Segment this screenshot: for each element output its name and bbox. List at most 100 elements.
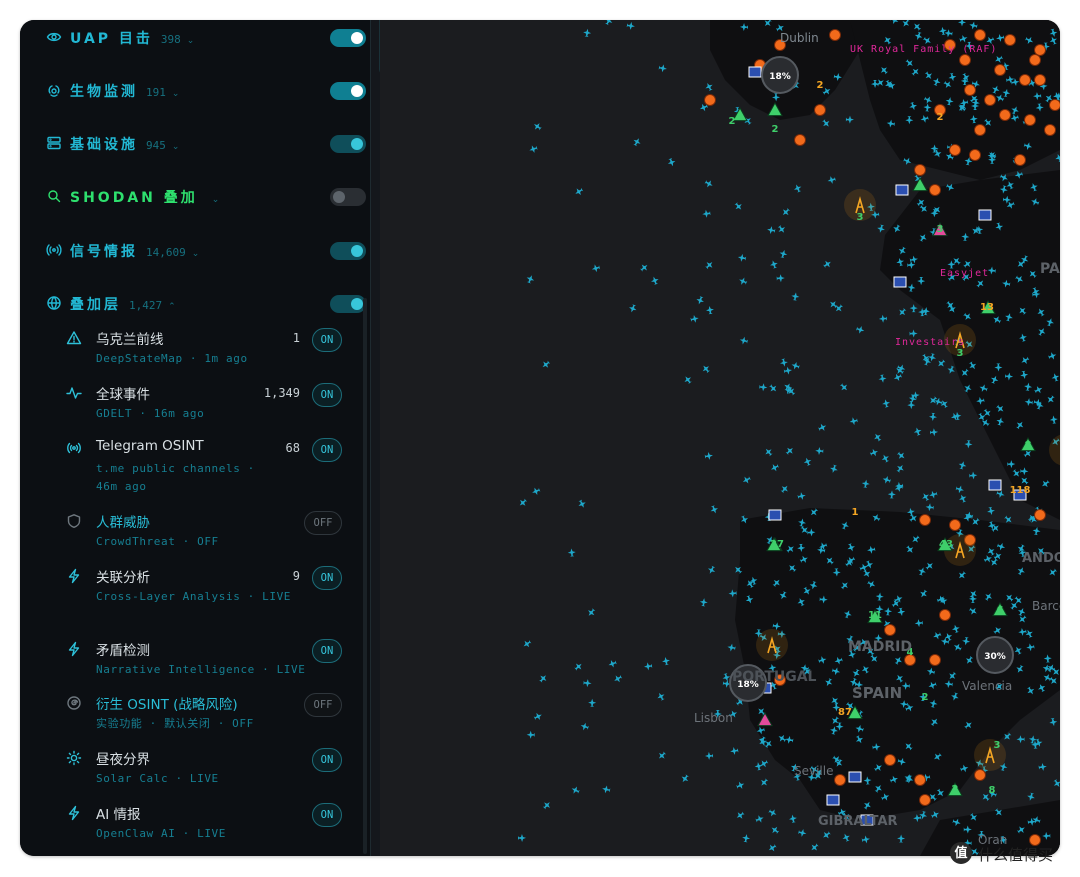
aircraft-icon[interactable] <box>878 314 888 323</box>
aircraft-icon[interactable] <box>928 412 938 422</box>
aircraft-icon[interactable] <box>706 565 717 576</box>
aircraft-icon[interactable] <box>802 456 812 466</box>
aircraft-icon[interactable] <box>920 491 931 502</box>
category-overlays[interactable]: 叠加层 1,427 ⌃ <box>46 290 366 316</box>
aircraft-icon[interactable] <box>705 751 714 760</box>
overlay-layer-item[interactable]: 衍生 OSINT (战略风险) 实验功能 · 默认关闭 · OFF OFF <box>66 693 342 741</box>
aircraft-icon[interactable] <box>739 336 749 346</box>
aircraft-icon[interactable] <box>767 807 778 818</box>
aircraft-icon[interactable] <box>704 81 715 92</box>
overlay-layer-item[interactable]: AI 情报 OpenClaw AI · LIVE ON <box>66 803 342 851</box>
aircraft-icon[interactable] <box>996 489 1006 499</box>
aircraft-icon[interactable] <box>766 225 776 235</box>
aircraft-icon[interactable] <box>583 679 592 688</box>
aircraft-icon[interactable] <box>897 834 906 843</box>
chevron-icon[interactable]: ⌄ <box>212 195 220 205</box>
aircraft-icon[interactable] <box>601 784 611 794</box>
aircraft-icon[interactable] <box>1026 792 1036 802</box>
aircraft-icon[interactable] <box>928 490 938 500</box>
aircraft-icon[interactable] <box>791 292 800 301</box>
aircraft-icon[interactable] <box>695 295 705 305</box>
aircraft-icon[interactable] <box>769 462 780 473</box>
overlay-layer-item[interactable]: 乌克兰前线 DeepStateMap · 1m ago 1 ON <box>66 328 342 376</box>
aircraft-icon[interactable] <box>533 711 544 722</box>
aircraft-icon[interactable] <box>540 359 551 370</box>
aircraft-icon[interactable] <box>897 307 908 318</box>
aircraft-icon[interactable] <box>784 445 795 456</box>
aircraft-icon[interactable] <box>815 446 824 456</box>
aircraft-icon[interactable] <box>704 178 715 189</box>
aircraft-icon[interactable] <box>521 638 532 649</box>
layer-state-toggle[interactable]: ON <box>312 803 342 827</box>
aircraft-icon[interactable] <box>567 548 576 557</box>
aircraft-icon[interactable] <box>586 607 597 618</box>
aircraft-icon[interactable] <box>754 761 763 771</box>
aircraft-icon[interactable] <box>528 144 538 154</box>
aircraft-icon[interactable] <box>699 598 708 607</box>
map-canvas[interactable]: 18%30%18%222233133842743111287282631184D… <box>380 20 1060 856</box>
aircraft-icon[interactable] <box>861 479 870 488</box>
aircraft-icon[interactable] <box>872 431 883 442</box>
aircraft-icon[interactable] <box>894 365 905 376</box>
aircraft-icon[interactable] <box>822 258 833 269</box>
map-view[interactable]: 18%30%18%222233133842743111287282631184D… <box>380 20 1060 856</box>
aircraft-icon[interactable] <box>579 721 589 731</box>
category-toggle[interactable] <box>330 82 366 100</box>
aircraft-icon[interactable] <box>849 416 858 426</box>
aircraft-icon[interactable] <box>525 274 535 284</box>
aircraft-icon[interactable] <box>758 758 769 769</box>
aircraft-icon[interactable] <box>817 422 828 433</box>
panel-scrollbar[interactable] <box>363 298 367 854</box>
aircraft-icon[interactable] <box>767 843 778 854</box>
aircraft-icon[interactable] <box>741 475 752 486</box>
aircraft-icon[interactable] <box>798 828 807 837</box>
aircraft-icon[interactable] <box>573 661 584 672</box>
aircraft-icon[interactable] <box>930 809 941 820</box>
aircraft-icon[interactable] <box>727 643 736 652</box>
aircraft-icon[interactable] <box>779 358 788 367</box>
overlay-layer-item[interactable]: 全球事件 GDELT · 16m ago 1,349 ON <box>66 383 342 431</box>
aircraft-icon[interactable] <box>628 303 638 313</box>
aircraft-icon[interactable] <box>797 491 807 501</box>
aircraft-icon[interactable] <box>656 750 667 761</box>
aircraft-icon[interactable] <box>876 224 886 234</box>
aircraft-icon[interactable] <box>925 503 934 512</box>
aircraft-icon[interactable] <box>913 814 922 823</box>
aircraft-icon[interactable] <box>1038 762 1047 771</box>
aircraft-icon[interactable] <box>656 691 667 702</box>
aircraft-icon[interactable] <box>705 305 714 315</box>
layer-state-toggle[interactable]: ON <box>312 639 342 663</box>
aircraft-icon[interactable] <box>1028 735 1037 744</box>
aircraft-icon[interactable] <box>661 656 670 666</box>
aircraft-icon[interactable] <box>755 814 765 824</box>
aircraft-icon[interactable] <box>769 259 779 269</box>
aircraft-icon[interactable] <box>517 497 528 508</box>
aircraft-icon[interactable] <box>573 186 584 197</box>
aircraft-icon[interactable] <box>737 276 748 287</box>
aircraft-icon[interactable] <box>682 374 693 385</box>
aircraft-icon[interactable] <box>607 659 617 669</box>
aircraft-icon[interactable] <box>1016 735 1025 744</box>
aircraft-icon[interactable] <box>709 504 719 514</box>
aircraft-icon[interactable] <box>758 777 769 788</box>
aircraft-icon[interactable] <box>896 450 907 461</box>
aircraft-icon[interactable] <box>704 259 715 270</box>
aircraft-icon[interactable] <box>881 398 890 408</box>
aircraft-icon[interactable] <box>650 275 660 285</box>
aircraft-icon[interactable] <box>526 730 535 739</box>
aircraft-icon[interactable] <box>1049 717 1058 727</box>
panel-divider[interactable]: 拖 <box>370 20 407 856</box>
aircraft-icon[interactable] <box>570 785 581 796</box>
aircraft-icon[interactable] <box>955 484 965 494</box>
aircraft-icon[interactable] <box>583 28 592 37</box>
aircraft-icon[interactable] <box>909 304 918 313</box>
aircraft-icon[interactable] <box>639 262 650 273</box>
aircraft-icon[interactable] <box>861 835 870 844</box>
category-toggle[interactable] <box>330 295 366 313</box>
category-toggle[interactable] <box>330 188 366 206</box>
aircraft-icon[interactable] <box>939 398 950 409</box>
aircraft-icon[interactable] <box>780 207 791 218</box>
aircraft-icon[interactable] <box>690 314 700 324</box>
aircraft-icon[interactable] <box>532 121 543 132</box>
aircraft-icon[interactable] <box>603 20 614 26</box>
